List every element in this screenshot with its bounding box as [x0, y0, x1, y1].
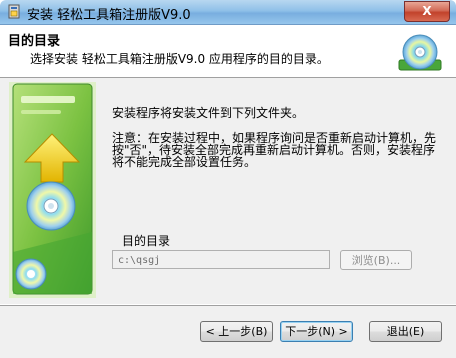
page-title: 目的目录 — [8, 34, 61, 49]
destination-label: 目的目录 — [122, 234, 171, 248]
next-button[interactable]: 下一步(N) > — [280, 321, 353, 342]
installer-app-icon — [8, 4, 20, 19]
close-button[interactable]: X — [404, 1, 450, 22]
destination-path-field[interactable]: c:\qsgj — [112, 250, 330, 269]
wizard-body: 安装程序将安装文件到下列文件夹。 注意：在安装过程中，如果程序询问是否重新启动计… — [0, 78, 456, 304]
page-subtitle: 选择安装 轻松工具箱注册版V9.0 应用程序的目的目录。 — [30, 52, 329, 66]
installer-sidebar-graphic — [9, 82, 96, 298]
restart-note: 注意：在安装过程中，如果程序询问是否重新启动计算机，先按"否"，待安装全部完成再… — [112, 131, 437, 169]
back-button[interactable]: < 上一步(B) — [200, 321, 273, 342]
wizard-header: 目的目录 选择安装 轻松工具箱注册版V9.0 应用程序的目的目录。 — [0, 25, 456, 78]
wizard-footer: < 上一步(B) 下一步(N) > 退出(E) — [0, 305, 456, 358]
destination-group: 目的目录 c:\qsgj 浏览(B)... — [112, 230, 412, 278]
browse-button[interactable]: 浏览(B)... — [340, 250, 412, 270]
installer-window: 安装 轻松工具箱注册版V9.0 X 目的目录 选择安装 轻松工具箱注册版V9.0… — [0, 0, 456, 358]
intro-text: 安装程序将安装文件到下列文件夹。 — [112, 106, 305, 120]
window-title: 安装 轻松工具箱注册版V9.0 — [27, 8, 191, 23]
title-bar[interactable]: 安装 轻松工具箱注册版V9.0 X — [0, 0, 456, 25]
exit-button[interactable]: 退出(E) — [369, 321, 442, 342]
cd-disc-icon — [398, 34, 442, 71]
